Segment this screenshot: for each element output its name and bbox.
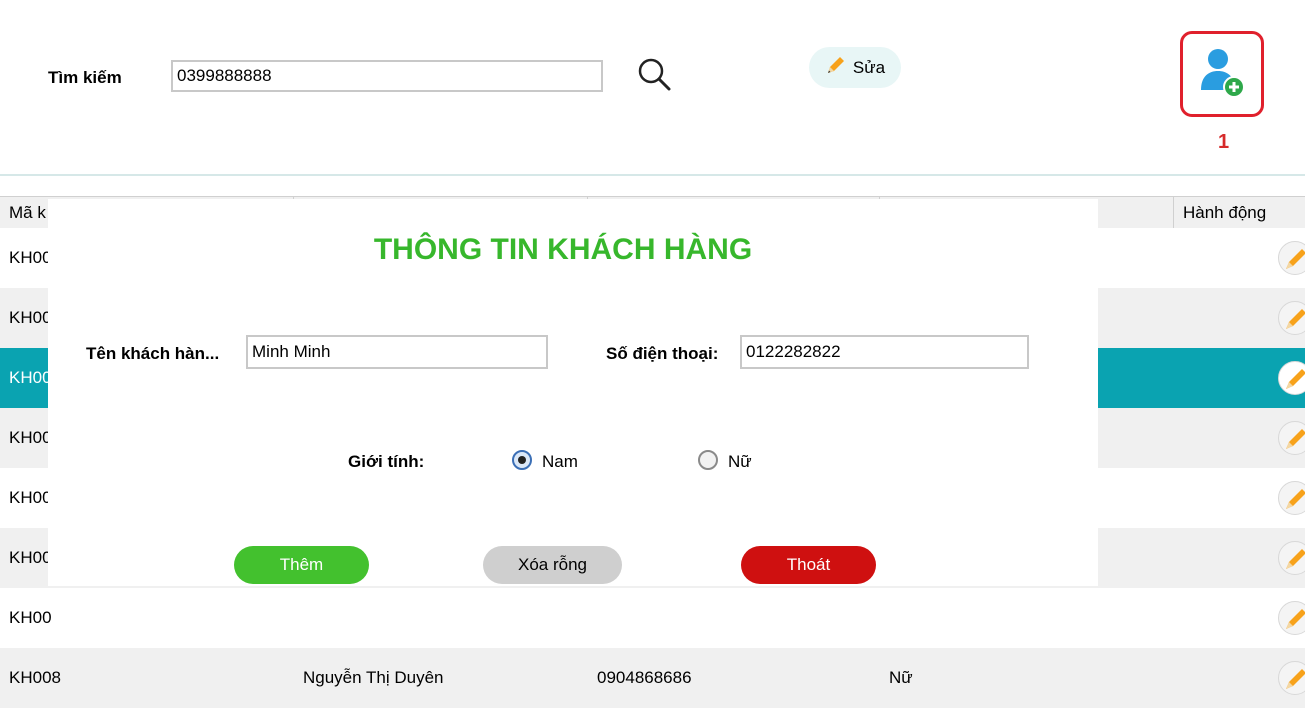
add-customer-button[interactable] (1180, 31, 1264, 117)
name-label: Tên khách hàn... (86, 344, 220, 363)
gender-label: Giới tính: (348, 452, 425, 471)
cell-id: KH00 (9, 488, 52, 507)
clear-button[interactable]: Xóa rỗng (483, 546, 622, 584)
cell-id: KH008 (9, 668, 61, 687)
row-edit-button[interactable] (1278, 241, 1305, 275)
table-row[interactable]: KH008 Nguyễn Thị Duyên 0904868686 Nữ (0, 648, 1305, 708)
cell-id: KH00 (9, 548, 52, 567)
cell-id: KH00 (9, 608, 52, 627)
edit-button[interactable]: Sửa (809, 47, 901, 88)
cell-id: KH00 (9, 308, 52, 327)
search-label: Tìm kiếm (48, 68, 122, 87)
phone-label: Số điện thoại: (606, 344, 719, 363)
cell-name: Nguyễn Thị Duyên (303, 668, 444, 687)
table-row[interactable]: KH00 (0, 588, 1305, 648)
row-edit-button[interactable] (1278, 421, 1305, 455)
row-edit-button[interactable] (1278, 661, 1305, 695)
cell-gender: Nữ (889, 668, 913, 687)
search-input[interactable] (171, 60, 603, 92)
row-edit-button[interactable] (1278, 601, 1305, 635)
phone-field[interactable] (740, 335, 1029, 369)
exit-button[interactable]: Thoát (741, 546, 876, 584)
customer-info-dialog: THÔNG TIN KHÁCH HÀNG Tên khách hàn... Số… (48, 199, 1098, 586)
cell-id: KH00 (9, 428, 52, 447)
column-header-action[interactable]: Hành động (1174, 197, 1305, 229)
row-edit-button[interactable] (1278, 481, 1305, 515)
row-edit-button[interactable] (1278, 361, 1305, 395)
pencil-icon (825, 54, 847, 81)
row-edit-button[interactable] (1278, 301, 1305, 335)
dialog-title: THÔNG TIN KHÁCH HÀNG (373, 233, 753, 266)
gender-radio-male[interactable] (512, 450, 532, 470)
cell-phone: 0904868686 (597, 668, 692, 687)
edit-button-label: Sửa (852, 57, 886, 77)
cell-id: KH00 (9, 368, 52, 387)
gender-radio-female[interactable] (698, 450, 718, 470)
add-button[interactable]: Thêm (234, 546, 369, 584)
add-user-icon (1199, 46, 1245, 103)
row-edit-button[interactable] (1278, 541, 1305, 575)
cell-id: KH00 (9, 248, 52, 267)
name-field[interactable] (246, 335, 548, 369)
step-marker: 1 (1218, 131, 1230, 153)
gender-option-male: Nam (542, 452, 578, 471)
search-icon[interactable] (636, 56, 674, 94)
gender-option-female: Nữ (728, 452, 752, 471)
